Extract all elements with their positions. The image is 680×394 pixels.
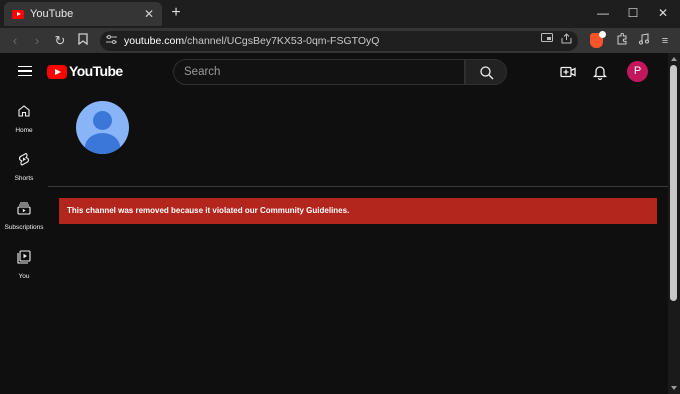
shields-badge xyxy=(599,31,606,38)
search-button[interactable] xyxy=(465,59,507,85)
tab-title: YouTube xyxy=(30,8,74,20)
guide-menu-icon[interactable] xyxy=(18,66,32,76)
address-bar[interactable]: youtube.com/channel/UCgsBey7KX53-0qm-FSG… xyxy=(100,31,578,51)
share-icon[interactable] xyxy=(561,33,572,44)
bookmark-icon xyxy=(78,33,88,46)
scroll-down-arrow-icon[interactable] xyxy=(671,386,677,390)
create-video-icon xyxy=(560,66,576,78)
scrollbar-thumb[interactable] xyxy=(670,65,677,301)
home-icon xyxy=(18,105,30,117)
guide-item-home[interactable]: Home xyxy=(0,104,48,134)
guide-item-you[interactable]: You xyxy=(0,250,48,280)
maximize-button[interactable]: ☐ xyxy=(623,4,643,22)
youtube-page: YouTube Search P Home Shorts Subscriptio… xyxy=(0,53,668,394)
guide-item-shorts[interactable]: Shorts xyxy=(0,152,48,182)
guide-label-you: You xyxy=(18,273,30,280)
notifications-button[interactable] xyxy=(592,64,608,81)
guide-label-shorts: Shorts xyxy=(14,175,34,182)
tab-close-button[interactable]: ✕ xyxy=(142,7,156,21)
shorts-icon xyxy=(19,152,29,166)
forward-button[interactable]: › xyxy=(28,32,46,50)
address-url: youtube.com/channel/UCgsBey7KX53-0qm-FSG… xyxy=(124,35,379,47)
page-scrollbar[interactable] xyxy=(668,53,680,394)
youtube-logo-text[interactable]: YouTube xyxy=(69,63,123,79)
channel-avatar xyxy=(76,101,129,154)
browser-toolbar: ‹ › ↻ youtube.com/channel/UCgsBey7KX53-0… xyxy=(0,28,680,53)
youtube-favicon-icon xyxy=(12,9,24,19)
minimize-button[interactable]: — xyxy=(593,4,613,22)
channel-header-divider xyxy=(48,186,668,187)
create-button[interactable] xyxy=(560,64,576,80)
back-button[interactable]: ‹ xyxy=(6,32,24,50)
bell-icon xyxy=(592,66,608,81)
address-path: /channel/UCgsBey7KX53-0qm-FSGTOyQ xyxy=(184,35,380,47)
reload-button[interactable]: ↻ xyxy=(51,32,69,50)
window-close-button[interactable]: ✕ xyxy=(653,4,673,22)
default-avatar-body xyxy=(85,133,120,154)
media-controls-button[interactable] xyxy=(636,33,652,49)
search-icon xyxy=(480,66,494,80)
browser-tab[interactable]: YouTube ✕ xyxy=(4,2,162,26)
address-host: youtube.com xyxy=(124,35,185,47)
site-settings-icon[interactable] xyxy=(106,35,122,47)
guide-item-subscriptions[interactable]: Subscriptions xyxy=(0,201,48,231)
scroll-up-arrow-icon[interactable] xyxy=(671,57,677,61)
bookmark-button[interactable] xyxy=(74,32,92,50)
account-avatar[interactable]: P xyxy=(627,61,648,82)
youtube-logo-icon[interactable] xyxy=(47,65,67,79)
extensions-button[interactable] xyxy=(614,32,630,49)
new-tab-button[interactable]: + xyxy=(168,4,184,22)
puzzle-icon xyxy=(617,32,627,45)
install-app-icon[interactable] xyxy=(541,33,553,44)
search-input[interactable]: Search xyxy=(173,59,465,85)
channel-removed-banner: This channel was removed because it viol… xyxy=(59,198,657,224)
browser-tab-bar: YouTube ✕ + — ☐ ✕ xyxy=(0,0,680,28)
subscriptions-icon xyxy=(17,202,31,215)
music-icon xyxy=(639,33,649,45)
guide-label-subscriptions: Subscriptions xyxy=(4,224,44,231)
default-avatar-head xyxy=(93,111,112,130)
browser-menu-button[interactable]: ≡ xyxy=(657,33,673,49)
guide-label-home: Home xyxy=(15,127,33,134)
you-icon xyxy=(17,250,31,264)
